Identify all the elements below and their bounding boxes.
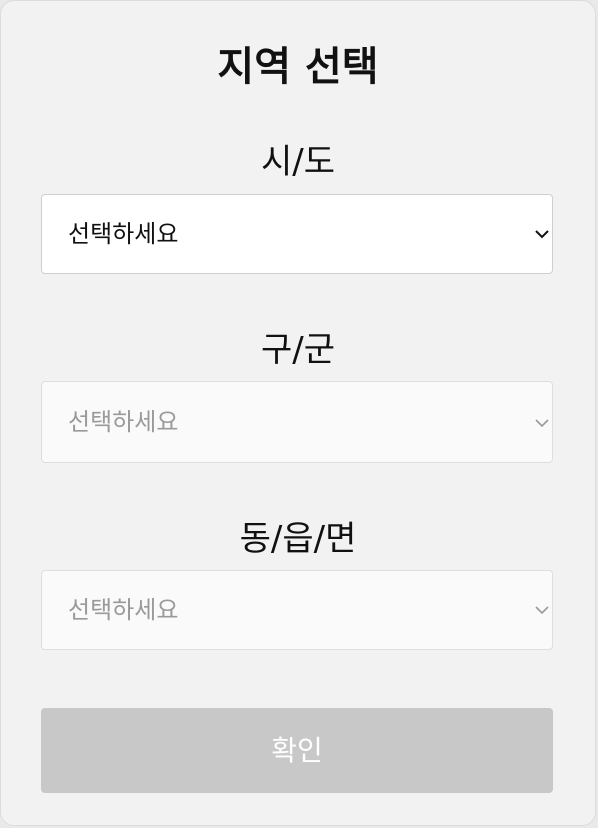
gugun-select-value: 선택하세요 <box>68 408 179 436</box>
sido-label: 시/도 <box>260 142 335 182</box>
confirm-button[interactable]: 확인 <box>41 708 553 793</box>
gugun-label: 구/군 <box>260 330 335 370</box>
page-title: 지역 선택 <box>217 44 379 90</box>
dong-label: 동/읍/면 <box>239 519 357 559</box>
chevron-down-icon <box>535 606 549 615</box>
chevron-down-icon <box>535 419 549 428</box>
sido-select[interactable]: 선택하세요 <box>41 194 553 274</box>
sido-select-value: 선택하세요 <box>68 220 179 248</box>
chevron-down-icon <box>535 230 549 239</box>
region-select-panel: 지역 선택 시/도 선택하세요 구/군 선택하세요 동/읍/면 선택하세요 확인 <box>0 0 596 826</box>
gugun-select[interactable]: 선택하세요 <box>41 381 553 463</box>
dong-select-value: 선택하세요 <box>68 596 179 624</box>
dong-select[interactable]: 선택하세요 <box>41 570 553 650</box>
